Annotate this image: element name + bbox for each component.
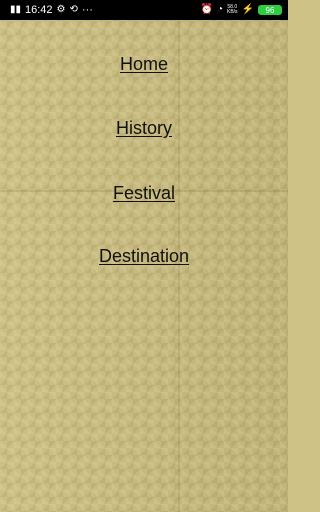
network-speed-unit: KB/s xyxy=(226,9,238,15)
history-link[interactable]: History xyxy=(0,118,288,139)
signal-icon: ▮▮ xyxy=(10,4,22,15)
app-notification-icon: ⚙ xyxy=(56,4,66,15)
wifi-icon: ◔ xyxy=(216,4,223,15)
charging-icon: ⚡ xyxy=(241,4,254,15)
status-right: ⏰ ◔ 58.0 KB/s ⚡ 96 xyxy=(200,5,282,15)
battery-indicator: 96 xyxy=(258,5,282,15)
festival-link[interactable]: Festival xyxy=(0,183,288,204)
alarm-icon: ⏰ xyxy=(200,4,213,15)
battery-level: 96 xyxy=(265,5,275,15)
destination-link[interactable]: Destination xyxy=(0,246,288,267)
overflow-indicator: ··· xyxy=(81,4,93,16)
network-speed: 58.0 KB/s xyxy=(227,5,238,15)
app-screen: ▮▮ 16:42 ⚙ ⟲ ··· ⏰ ◔ 58.0 KB/s ⚡ 96 Home… xyxy=(0,0,288,512)
status-left: ▮▮ 16:42 ⚙ ⟲ ··· xyxy=(10,4,93,16)
home-link[interactable]: Home xyxy=(0,54,288,75)
sync-icon: ⟲ xyxy=(69,4,78,15)
status-bar: ▮▮ 16:42 ⚙ ⟲ ··· ⏰ ◔ 58.0 KB/s ⚡ 96 xyxy=(0,0,288,20)
status-time: 16:42 xyxy=(25,4,53,16)
